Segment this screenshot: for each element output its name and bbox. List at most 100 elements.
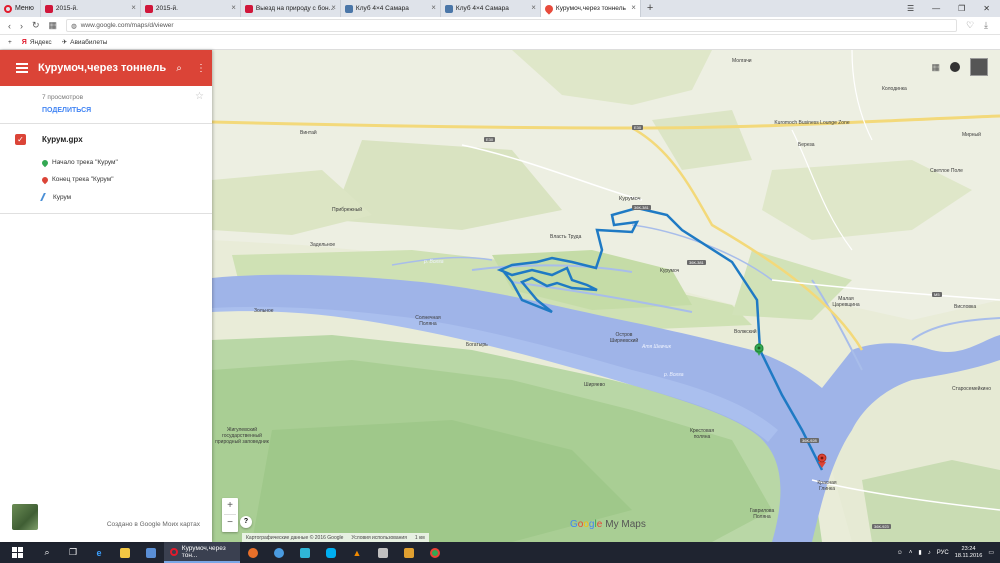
browser-tab-active[interactable]: Курумоч,через тоннель × bbox=[540, 0, 641, 17]
clock-time: 23:24 bbox=[961, 545, 976, 552]
browser-tab[interactable]: Выезд на природу с бон... × bbox=[241, 0, 341, 17]
maximize-icon[interactable]: ❐ bbox=[958, 4, 965, 13]
close-icon[interactable]: × bbox=[331, 3, 336, 12]
apps-grid-icon[interactable]: ▦ bbox=[931, 62, 940, 73]
tab-title: Клуб 4×4 Самара bbox=[355, 5, 409, 12]
road-shield: Е30 bbox=[632, 125, 644, 130]
address-bar: ‹ › ↻ ▦ ◍ www.google.com/maps/d/viewer ♡… bbox=[0, 17, 1000, 35]
speed-dial-icon[interactable]: ▦ bbox=[49, 20, 58, 31]
zoom-out-button[interactable]: − bbox=[222, 515, 238, 531]
feature-label: Конец трека "Курум" bbox=[52, 176, 114, 183]
volume-icon[interactable]: ♪ bbox=[928, 550, 931, 556]
browser-tab[interactable]: Клуб 4×4 Самара × bbox=[341, 0, 441, 17]
more-vert-icon[interactable]: ⋮ bbox=[190, 63, 212, 74]
bookmark-aviabilety[interactable]: ✈ Авиабилеты bbox=[62, 38, 108, 47]
chevron-up-icon[interactable]: ˄ bbox=[909, 550, 913, 556]
app-icon[interactable] bbox=[266, 542, 292, 563]
chrome-icon[interactable] bbox=[422, 542, 448, 563]
road-shield: М5 bbox=[932, 292, 942, 297]
place-label: Kuromoch Business Lounge Zone bbox=[774, 120, 850, 126]
hamburger-menu-icon[interactable] bbox=[16, 61, 28, 75]
url-field[interactable]: ◍ www.google.com/maps/d/viewer bbox=[66, 19, 957, 32]
terms-link[interactable]: Условия использования bbox=[351, 535, 407, 541]
user-icon[interactable]: ☺ bbox=[897, 550, 903, 556]
feature-item-end[interactable]: Конец трека "Курум" bbox=[40, 175, 114, 184]
heart-icon[interactable]: ♡ bbox=[966, 20, 974, 31]
explorer-icon[interactable] bbox=[112, 542, 138, 563]
browser-tab[interactable]: 2015-й. × bbox=[41, 0, 141, 17]
opera-menu-button[interactable]: Меню bbox=[0, 0, 41, 17]
search-icon[interactable]: ⌕ bbox=[34, 542, 60, 563]
zoom-control: + − bbox=[222, 498, 238, 532]
layer-name[interactable]: Курум.gpx bbox=[42, 135, 83, 144]
vk-icon bbox=[344, 4, 353, 13]
road-shield: 36К-381 bbox=[687, 260, 706, 265]
forward-icon[interactable]: › bbox=[20, 21, 23, 31]
place-label: Березa bbox=[798, 142, 815, 148]
task-view-icon[interactable]: ❐ bbox=[60, 542, 86, 563]
skype-icon[interactable] bbox=[318, 542, 344, 563]
clock[interactable]: 23:24 18.11.2016 bbox=[955, 546, 983, 560]
star-icon[interactable]: ☆ bbox=[195, 91, 204, 102]
google-logo-icon: Google bbox=[570, 519, 603, 530]
map-info: 7 просмотров ПОДЕЛИТЬСЯ ☆ bbox=[0, 86, 212, 124]
notifications-icon[interactable] bbox=[950, 62, 960, 72]
map-side-panel: Курумоч,через тоннель ⌕ ⋮ 7 просмотров П… bbox=[0, 50, 212, 542]
browser-tab[interactable]: Клуб 4×4 Самара × bbox=[441, 0, 541, 17]
network-icon[interactable]: ▮ bbox=[918, 549, 921, 556]
feature-item-track[interactable]: Курум bbox=[40, 193, 71, 201]
windows-taskbar: ⌕ ❐ e Курумоч,через тон... ▲ ☺ ˄ ▮ ♪ РУС… bbox=[0, 542, 1000, 563]
taskbar-opera-window[interactable]: Курумоч,через тон... bbox=[164, 542, 240, 563]
language-indicator[interactable]: РУС bbox=[937, 550, 949, 556]
place-label: Крестовая поляна bbox=[689, 428, 715, 440]
minimize-icon[interactable]: — bbox=[932, 4, 940, 13]
red-square-icon bbox=[144, 4, 153, 13]
layer-checkbox[interactable]: ✓ bbox=[15, 134, 26, 145]
tab-title: 2015-й. bbox=[155, 5, 178, 12]
scale-label: 1 км bbox=[414, 534, 425, 541]
browser-tab[interactable]: 2015-й. × bbox=[141, 0, 241, 17]
feature-item-start[interactable]: Начало трека "Курум" bbox=[40, 158, 118, 167]
place-label: Богатырь bbox=[466, 342, 488, 348]
chat-icon[interactable] bbox=[292, 542, 318, 563]
basemap-thumbnail[interactable] bbox=[12, 504, 38, 530]
new-tab-button[interactable]: + bbox=[641, 0, 659, 17]
search-icon[interactable]: ⌕ bbox=[168, 63, 190, 74]
firefox-icon[interactable] bbox=[240, 542, 266, 563]
close-icon[interactable]: × bbox=[631, 3, 636, 12]
download-icon[interactable]: ⤓ bbox=[984, 20, 988, 31]
created-with-label: Создано в Google Моих картах bbox=[106, 521, 200, 528]
yandex-icon: Я bbox=[21, 38, 27, 46]
attribution-text: Картографические данные © 2016 Google bbox=[246, 534, 344, 541]
close-icon[interactable]: × bbox=[131, 3, 136, 12]
place-label: Красная Глинка bbox=[817, 480, 837, 492]
map-canvas[interactable]: Винтай Молгачи Колодинка Kuromoch Busine… bbox=[211, 49, 1000, 542]
road-shield: Е30 bbox=[484, 137, 496, 142]
system-tray: ☺ ˄ ▮ ♪ РУС 23:24 18.11.2016 ▭ bbox=[897, 546, 1000, 560]
store-icon[interactable] bbox=[138, 542, 164, 563]
close-icon[interactable]: × bbox=[231, 3, 236, 12]
back-icon[interactable]: ‹ bbox=[8, 21, 11, 31]
place-label: Солнечная Поляна bbox=[415, 315, 441, 327]
tab-menu-icon[interactable]: ☰ bbox=[907, 4, 914, 13]
close-icon[interactable]: × bbox=[531, 3, 536, 12]
close-icon[interactable]: × bbox=[431, 3, 436, 12]
share-button[interactable]: ПОДЕЛИТЬСЯ bbox=[42, 107, 212, 114]
edge-icon[interactable]: e bbox=[86, 542, 112, 563]
help-button[interactable]: ? bbox=[240, 516, 252, 528]
close-window-icon[interactable]: ✕ bbox=[983, 4, 990, 13]
river-label: р. Волга bbox=[664, 372, 684, 378]
media-icon[interactable] bbox=[370, 542, 396, 563]
vlc-icon[interactable]: ▲ bbox=[344, 542, 370, 563]
stack-icon[interactable] bbox=[396, 542, 422, 563]
notifications-center-icon[interactable]: ▭ bbox=[988, 549, 994, 556]
map-title: Курумоч,через тоннель bbox=[38, 62, 167, 74]
place-label: Висловка bbox=[954, 304, 977, 310]
zoom-in-button[interactable]: + bbox=[222, 498, 238, 514]
reload-icon[interactable]: ↻ bbox=[32, 20, 40, 31]
layer-section: ✓ Курум.gpx Начало трека "Курум" Конец т… bbox=[0, 124, 212, 214]
windows-start-button[interactable] bbox=[0, 542, 34, 563]
avatar[interactable] bbox=[970, 58, 988, 76]
bookmark-yandex[interactable]: Я Яндекс bbox=[22, 39, 52, 46]
add-bookmark-icon[interactable]: + bbox=[8, 39, 12, 46]
